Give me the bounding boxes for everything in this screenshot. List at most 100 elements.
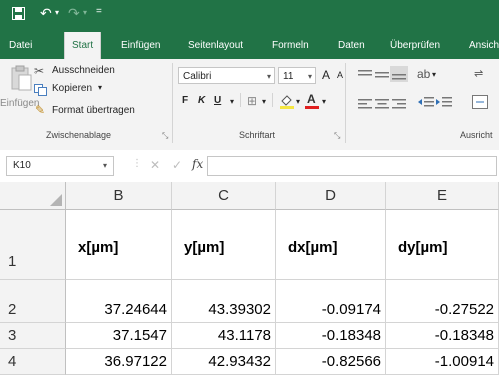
column-header-e[interactable]: E: [386, 182, 499, 210]
font-size-select[interactable]: 11 ▾: [278, 67, 316, 84]
row-header-4[interactable]: 4: [0, 349, 66, 375]
undo-dropdown-icon[interactable]: ▾: [55, 8, 59, 17]
ribbon-tabs: Datei Start Einfügen Seitenlayout Formel…: [0, 32, 499, 59]
row-header-3[interactable]: 3: [0, 323, 66, 349]
wrap-text-icon[interactable]: ⇌: [474, 67, 483, 80]
cell-b2[interactable]: 37.24644: [66, 280, 172, 323]
increase-indent-icon[interactable]: [436, 95, 452, 114]
copy-button[interactable]: Kopieren: [52, 83, 92, 94]
grow-font-button[interactable]: A: [322, 68, 330, 82]
align-center-icon[interactable]: [375, 97, 389, 115]
column-header-d[interactable]: D: [276, 182, 386, 210]
borders-icon[interactable]: ⊞: [247, 94, 257, 108]
cell-e3[interactable]: -0.18348: [386, 323, 499, 349]
name-box[interactable]: K10 ▾: [6, 156, 114, 176]
column-header-c[interactable]: C: [172, 182, 276, 210]
align-right-icon[interactable]: [392, 97, 406, 115]
orientation-icon[interactable]: ab: [417, 67, 430, 81]
cell-d3[interactable]: -0.18348: [276, 323, 386, 349]
redo-icon[interactable]: ↷: [68, 5, 80, 22]
cell-e1[interactable]: dy[µm]: [386, 210, 499, 280]
select-all-button[interactable]: [0, 182, 66, 210]
italic-button[interactable]: K: [198, 95, 205, 106]
font-name-value: Calibri: [183, 71, 212, 82]
cell-e2[interactable]: -0.27522: [386, 280, 499, 323]
font-size-value: 11: [283, 71, 294, 82]
font-color-icon[interactable]: A: [305, 92, 319, 110]
select-all-icon: [50, 194, 62, 206]
customize-quick-access-icon[interactable]: =: [96, 6, 102, 17]
format-painter-icon[interactable]: ✎: [35, 103, 45, 117]
more-icon: ⋮: [132, 158, 142, 169]
cell-b1[interactable]: x[µm]: [66, 210, 172, 280]
align-top-icon[interactable]: [358, 68, 372, 86]
cell-c2[interactable]: 43.39302: [172, 280, 276, 323]
font-group-label: Schriftart: [239, 130, 276, 140]
font-color-dropdown-icon[interactable]: ▾: [322, 97, 326, 106]
shrink-font-button[interactable]: A: [337, 70, 343, 80]
tab-start[interactable]: Start: [64, 32, 102, 59]
align-left-icon[interactable]: [358, 97, 372, 115]
tab-einfuegen[interactable]: Einfügen: [121, 32, 160, 59]
cell-c4[interactable]: 42.93432: [172, 349, 276, 375]
undo-icon[interactable]: ↶: [40, 5, 52, 22]
tab-datei[interactable]: Datei: [9, 32, 32, 59]
divider: [272, 93, 273, 107]
cell-c1[interactable]: y[µm]: [172, 210, 276, 280]
font-name-select[interactable]: Calibri ▾: [178, 67, 275, 84]
cell-e4[interactable]: -1.00914: [386, 349, 499, 375]
tab-ueberpruefen[interactable]: Überprüfen: [390, 32, 440, 59]
borders-dropdown-icon[interactable]: ▾: [262, 97, 266, 106]
alignment-group-label: Ausricht: [460, 130, 493, 140]
copy-icon[interactable]: [34, 83, 48, 101]
chevron-down-icon: ▾: [307, 72, 312, 81]
tab-formeln[interactable]: Formeln: [272, 32, 309, 59]
title-bar: ↶ ▾ ↷ ▾ =: [0, 0, 499, 32]
align-middle-icon[interactable]: [375, 68, 389, 86]
insert-function-button[interactable]: fx: [192, 157, 203, 171]
tab-daten[interactable]: Daten: [338, 32, 365, 59]
underline-dropdown-icon[interactable]: ▾: [230, 97, 234, 106]
cut-icon[interactable]: ✂: [34, 64, 44, 78]
redo-dropdown-icon[interactable]: ▾: [83, 8, 87, 17]
cell-d4[interactable]: -0.82566: [276, 349, 386, 375]
underline-button[interactable]: U: [214, 95, 221, 106]
formula-bar: K10 ▾ ⋮ ✕ ✓ fx: [0, 150, 499, 183]
chevron-down-icon: ▾: [102, 161, 107, 170]
format-painter-button[interactable]: Format übertragen: [52, 105, 135, 116]
chevron-down-icon: ▾: [266, 72, 271, 81]
copy-dropdown-icon[interactable]: ▾: [98, 83, 102, 92]
column-header-b[interactable]: B: [66, 182, 172, 210]
font-launcher-icon[interactable]: ⤡: [334, 131, 340, 141]
cell-d2[interactable]: -0.09174: [276, 280, 386, 323]
enter-button[interactable]: ✓: [172, 158, 182, 172]
row-header-2[interactable]: 2: [0, 280, 66, 323]
cut-button[interactable]: Ausschneiden: [52, 65, 115, 76]
tab-ansicht[interactable]: Ansicht: [469, 32, 499, 59]
cell-d1[interactable]: dx[µm]: [276, 210, 386, 280]
clipboard-group-label: Zwischenablage: [46, 130, 112, 140]
cell-b4[interactable]: 36.97122: [66, 349, 172, 375]
decrease-indent-icon[interactable]: [418, 95, 434, 114]
row-header-1[interactable]: 1: [0, 210, 66, 280]
cell-b3[interactable]: 37.1547: [66, 323, 172, 349]
align-bottom-icon[interactable]: [390, 66, 408, 82]
worksheet-grid: B C D E 1 x[µm] y[µm] dx[µm] dy[µm] 2 37…: [0, 182, 499, 380]
paste-icon[interactable]: [10, 65, 32, 96]
fill-color-dropdown-icon[interactable]: ▾: [296, 97, 300, 106]
formula-input[interactable]: [207, 156, 497, 176]
name-box-value: K10: [13, 160, 31, 171]
group-divider: [345, 63, 346, 143]
bold-button[interactable]: F: [182, 95, 188, 106]
divider: [240, 93, 241, 107]
group-divider: [172, 63, 173, 143]
clipboard-launcher-icon[interactable]: ⤡: [162, 131, 168, 141]
ribbon: Einfügen ✂ Ausschneiden Kopieren ▾ ✎ For…: [0, 59, 499, 151]
cell-c3[interactable]: 43.1178: [172, 323, 276, 349]
fill-color-icon[interactable]: [279, 93, 295, 114]
save-icon[interactable]: [12, 7, 25, 23]
cancel-button[interactable]: ✕: [150, 158, 160, 172]
merge-center-icon[interactable]: [472, 95, 488, 114]
orientation-dropdown-icon[interactable]: ▾: [432, 70, 436, 79]
tab-seitenlayout[interactable]: Seitenlayout: [188, 32, 243, 59]
